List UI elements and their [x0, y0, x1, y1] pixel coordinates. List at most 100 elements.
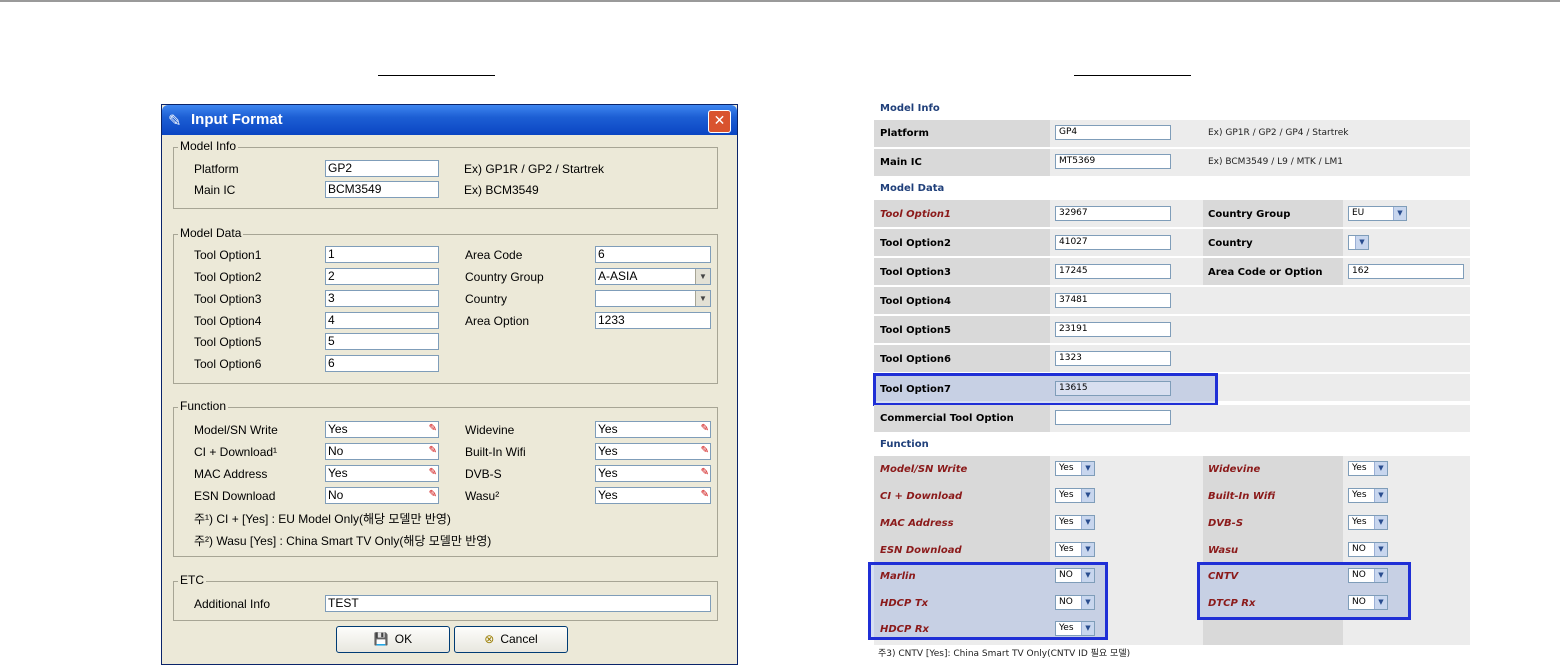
function-select[interactable]: Yes ▼ — [1348, 515, 1388, 530]
tool-option-input[interactable]: 4 — [325, 312, 439, 329]
platform-label: Platform — [880, 128, 929, 139]
tool-option-input[interactable]: 1323 — [1055, 351, 1171, 366]
function-select[interactable]: No ✎ — [325, 443, 439, 460]
function-select[interactable]: Yes ✎ — [325, 465, 439, 482]
additional-info-input[interactable]: TEST — [325, 595, 711, 612]
tool-option-label: Tool Option4 — [194, 314, 262, 328]
main-ic-input[interactable]: MT5369 — [1055, 154, 1171, 169]
tool-option-input[interactable]: 23191 — [1055, 322, 1171, 337]
commercial-label: Commercial Tool Option — [880, 413, 1014, 424]
area-code-input[interactable]: 6 — [595, 246, 711, 263]
function-label: Wasu² — [465, 489, 500, 503]
edit-icon: ✎ — [700, 445, 709, 456]
function-select[interactable]: NO ▼ — [1348, 542, 1388, 557]
chevron-down-icon[interactable]: ▼ — [1355, 236, 1368, 249]
tool-option-label: Tool Option2 — [880, 238, 951, 249]
edit-icon: ✎ — [428, 445, 437, 456]
area-input[interactable]: 162 — [1348, 264, 1464, 279]
function-value: Yes — [328, 466, 348, 480]
function-label: MAC Address — [194, 467, 268, 481]
tool-option-label: Tool Option5 — [194, 335, 262, 349]
tool-option-label: Tool Option3 — [880, 267, 951, 278]
main-ic-input[interactable]: BCM3549 — [325, 181, 439, 198]
country-group-label: Country Group — [1208, 209, 1291, 220]
tool-option-input[interactable]: 6 — [325, 355, 439, 372]
highlight-box — [1197, 562, 1411, 620]
tool-option-input[interactable]: 2 — [325, 268, 439, 285]
model-data-legend: Model Data — [178, 226, 244, 240]
function-note: 주²) Wasu [Yes] : China Smart TV Only(해당 … — [194, 534, 492, 548]
country-select[interactable]: ▼ — [595, 290, 711, 307]
edit-icon: ✎ — [700, 423, 709, 434]
function-select[interactable]: Yes ▼ — [1348, 488, 1388, 503]
function-value: No — [328, 488, 344, 502]
chevron-down-icon[interactable]: ▼ — [1374, 462, 1387, 475]
platform-input[interactable]: GP4 — [1055, 125, 1171, 140]
function-label: ESN Download — [880, 545, 962, 556]
chevron-down-icon[interactable]: ▼ — [1081, 543, 1094, 556]
tool-option-input[interactable]: 32967 — [1055, 206, 1171, 221]
chevron-down-icon[interactable]: ▼ — [695, 269, 710, 284]
commercial-input[interactable] — [1055, 410, 1171, 425]
function-label: Built-In Wifi — [1208, 491, 1276, 502]
function-select[interactable]: Yes ✎ — [595, 421, 711, 438]
chevron-down-icon[interactable]: ▼ — [1374, 543, 1387, 556]
tool-option-label: Tool Option1 — [194, 248, 262, 262]
tool-option-label: Tool Option2 — [194, 270, 262, 284]
chevron-down-icon[interactable]: ▼ — [1081, 489, 1094, 502]
function-label: Wasu — [1208, 545, 1239, 556]
function-label: Model/SN Write — [194, 423, 278, 437]
tool-option-input[interactable]: 3 — [325, 290, 439, 307]
tool-option-label: Tool Option4 — [880, 296, 951, 307]
function-select[interactable]: Yes ▼ — [1348, 461, 1388, 476]
function-label: DVB-S — [1208, 518, 1244, 529]
main-ic-hint: Ex) BCM3549 / L9 / MTK / LM1 — [1208, 157, 1344, 167]
cancel-icon: ⊗ — [484, 632, 495, 646]
function-label: MAC Address — [880, 518, 954, 529]
function-header: Function — [880, 439, 929, 450]
tool-option-input[interactable]: 1 — [325, 246, 439, 263]
left-caption-underline — [378, 75, 495, 76]
function-value: Yes — [1059, 544, 1074, 554]
close-icon: ✕ — [713, 113, 726, 129]
country-group-select[interactable]: EU ▼ — [1348, 206, 1407, 221]
chevron-down-icon[interactable]: ▼ — [1374, 489, 1387, 502]
function-value: Yes — [1352, 463, 1367, 473]
close-button[interactable]: ✕ — [708, 110, 731, 133]
country-select[interactable]: ▼ — [1348, 235, 1369, 250]
function-select[interactable]: Yes ▼ — [1055, 542, 1095, 557]
platform-input[interactable]: GP2 — [325, 160, 439, 177]
function-select[interactable]: No ✎ — [325, 487, 439, 504]
area-option-input[interactable]: 1233 — [595, 312, 711, 329]
tool-option-input[interactable]: 37481 — [1055, 293, 1171, 308]
chevron-down-icon[interactable]: ▼ — [1374, 516, 1387, 529]
chevron-down-icon[interactable]: ▼ — [1081, 516, 1094, 529]
app-icon: ✎ — [168, 111, 182, 130]
function-value: Yes — [598, 444, 618, 458]
function-select[interactable]: Yes ✎ — [325, 421, 439, 438]
tool-option-input[interactable]: 17245 — [1055, 264, 1171, 279]
highlight-box — [873, 373, 1218, 406]
function-value: Yes — [1352, 517, 1367, 527]
tool-option-input[interactable]: 5 — [325, 333, 439, 350]
main-ic-hint: Ex) BCM3549 — [464, 183, 539, 197]
function-select[interactable]: Yes ✎ — [595, 443, 711, 460]
top-divider — [0, 0, 1560, 2]
chevron-down-icon[interactable]: ▼ — [1393, 207, 1406, 220]
function-select[interactable]: Yes ✎ — [595, 465, 711, 482]
function-select[interactable]: Yes ▼ — [1055, 515, 1095, 530]
country-group-select[interactable]: A-ASIA ▼ — [595, 268, 711, 285]
tool-option-input[interactable]: 41027 — [1055, 235, 1171, 250]
save-icon: 💾 — [373, 632, 389, 646]
function-label: Widevine — [465, 423, 515, 437]
function-select[interactable]: Yes ▼ — [1055, 461, 1095, 476]
function-label: DVB-S — [465, 467, 502, 481]
ok-button[interactable]: 💾 OK — [336, 626, 450, 653]
cancel-button[interactable]: ⊗ Cancel — [454, 626, 568, 653]
dialog-title: Input Format — [191, 111, 283, 128]
dialog-titlebar: ✎ Input Format ✕ — [162, 105, 737, 135]
chevron-down-icon[interactable]: ▼ — [1081, 462, 1094, 475]
function-select[interactable]: Yes ▼ — [1055, 488, 1095, 503]
chevron-down-icon[interactable]: ▼ — [695, 291, 710, 306]
function-select[interactable]: Yes ✎ — [595, 487, 711, 504]
